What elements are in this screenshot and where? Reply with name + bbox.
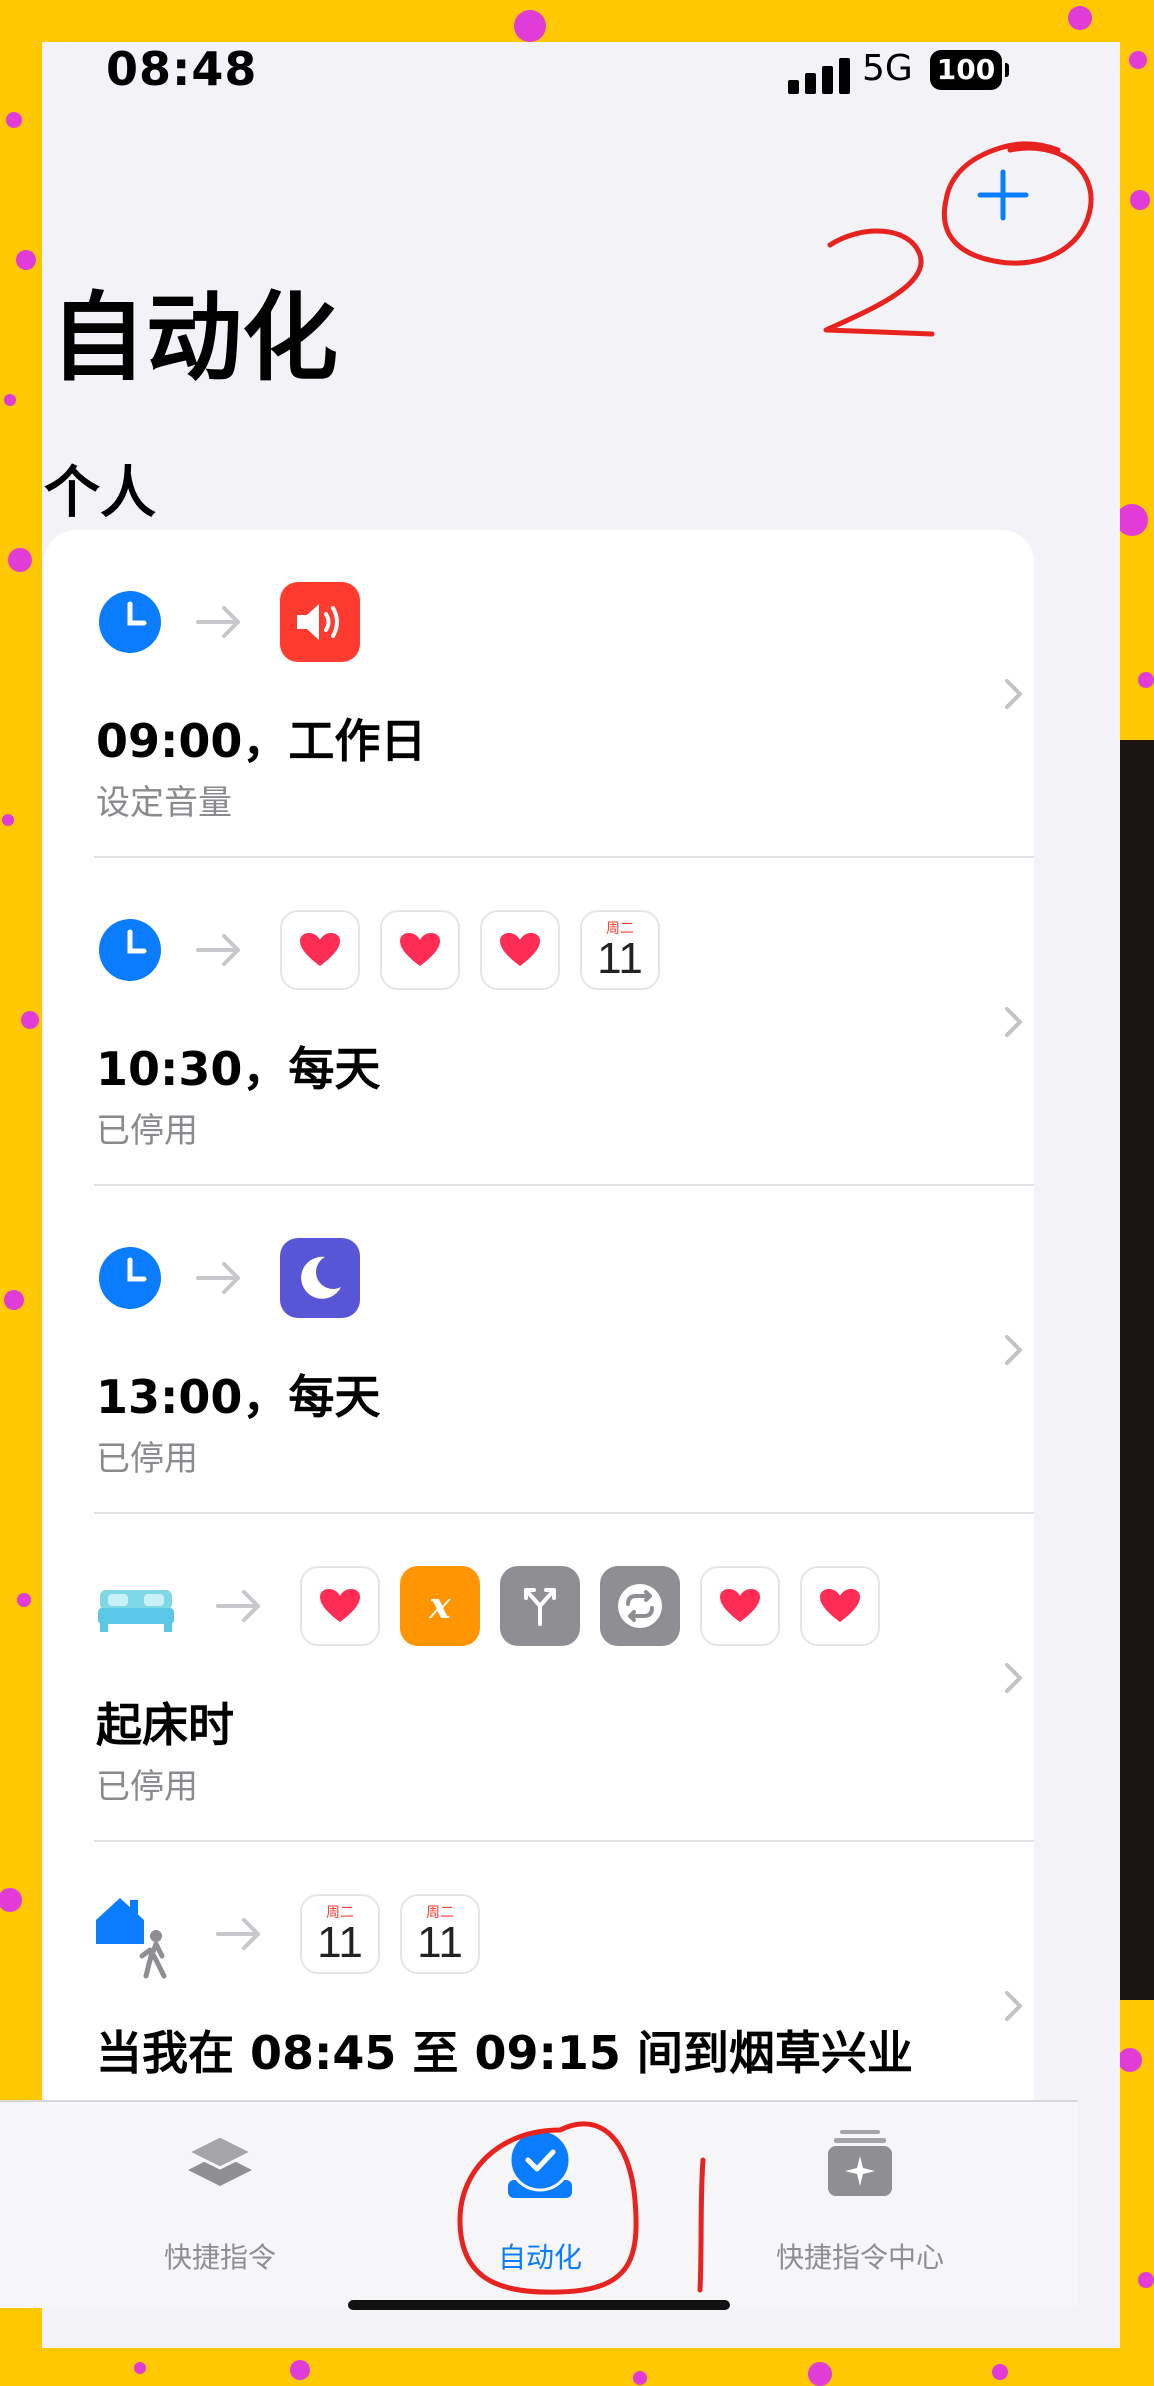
health-heart-icon: [700, 1566, 780, 1646]
arrow-right-icon: [216, 1918, 260, 1950]
arrow-right-icon: [216, 1590, 260, 1622]
checkmark-circle-icon: [508, 2128, 572, 2198]
health-heart-icon: [480, 910, 560, 990]
health-heart-icon: [280, 910, 360, 990]
chevron-right-icon: [1005, 1335, 1022, 1365]
calendar-icon: 周二 11: [580, 910, 660, 990]
tab-bar: 快捷指令 自动化 快捷指令中心: [0, 2100, 1078, 2308]
moon-icon: [280, 1238, 360, 1318]
sound-volume-icon: [280, 582, 360, 662]
automation-row[interactable]: 周二 11 10:30，每天 已停用: [44, 858, 1034, 1186]
automation-list: 09:00，工作日 设定音量 周二 11 10:30，每天 已停用 13:00，…: [44, 530, 1034, 2180]
tab-label: 快捷指令中心: [775, 2241, 944, 2274]
automation-subtitle: 已停用: [96, 1767, 198, 1807]
arrow-right-icon: [196, 1262, 240, 1294]
clock-icon: [99, 1247, 161, 1309]
network-label: 5G: [862, 48, 913, 89]
automation-subtitle: 已停用: [96, 1439, 198, 1479]
gallery-sparkle-icon: [828, 2130, 892, 2196]
automation-row[interactable]: x 起床时 已停用: [44, 1514, 1034, 1842]
section-title: 个人: [44, 461, 156, 526]
status-time: 08:48: [106, 42, 258, 96]
tab-label: 快捷指令: [163, 2241, 276, 2274]
chevron-right-icon: [1005, 1663, 1022, 1693]
layers-icon: [184, 2134, 256, 2186]
tab-gallery[interactable]: 快捷指令中心: [710, 2102, 1010, 2302]
svg-text:x: x: [428, 1585, 451, 1627]
clock-icon: [99, 591, 161, 653]
arrow-right-icon: [196, 606, 240, 638]
automation-subtitle: 设定音量: [96, 783, 232, 823]
battery-tip: [1005, 63, 1009, 77]
chevron-right-icon: [1005, 1991, 1022, 2021]
health-heart-icon: [380, 910, 460, 990]
repeat-icon: [600, 1566, 680, 1646]
arrow-right-icon: [196, 934, 240, 966]
calendar-icon: 周二 11: [400, 1894, 480, 1974]
signal-strength-icon: [788, 58, 850, 94]
arrive-home-icon: [96, 1898, 167, 1979]
bed-icon: [98, 1590, 174, 1632]
automation-title: 10:30，每天: [96, 1042, 381, 1096]
automation-title: 当我在 08:45 至 09:15 间到烟草兴业: [96, 2026, 913, 2080]
tab-shortcuts[interactable]: 快捷指令: [70, 2102, 370, 2302]
variable-icon: x: [400, 1566, 480, 1646]
automation-title: 13:00，每天: [96, 1370, 381, 1424]
page-title: 自动化: [50, 282, 338, 394]
tab-automation[interactable]: 自动化: [390, 2102, 690, 2302]
branch-icon: [500, 1566, 580, 1646]
battery-icon: 100: [930, 50, 1002, 90]
home-indicator: [348, 2300, 730, 2310]
automation-row[interactable]: 13:00，每天 已停用: [44, 1186, 1034, 1514]
clock-icon: [99, 919, 161, 981]
plus-icon[interactable]: [968, 160, 1038, 230]
health-heart-icon: [300, 1566, 380, 1646]
health-heart-icon: [800, 1566, 880, 1646]
chevron-right-icon: [1005, 679, 1022, 709]
chevron-right-icon: [1005, 1007, 1022, 1037]
tab-label: 自动化: [497, 2241, 582, 2274]
automation-title: 09:00，工作日: [96, 714, 427, 768]
calendar-icon: 周二 11: [300, 1894, 380, 1974]
automation-title: 起床时: [96, 1698, 234, 1752]
automation-row[interactable]: 09:00，工作日 设定音量: [44, 530, 1034, 858]
background-photo-edge: [1120, 740, 1154, 2000]
automation-subtitle: 已停用: [96, 1111, 198, 1151]
